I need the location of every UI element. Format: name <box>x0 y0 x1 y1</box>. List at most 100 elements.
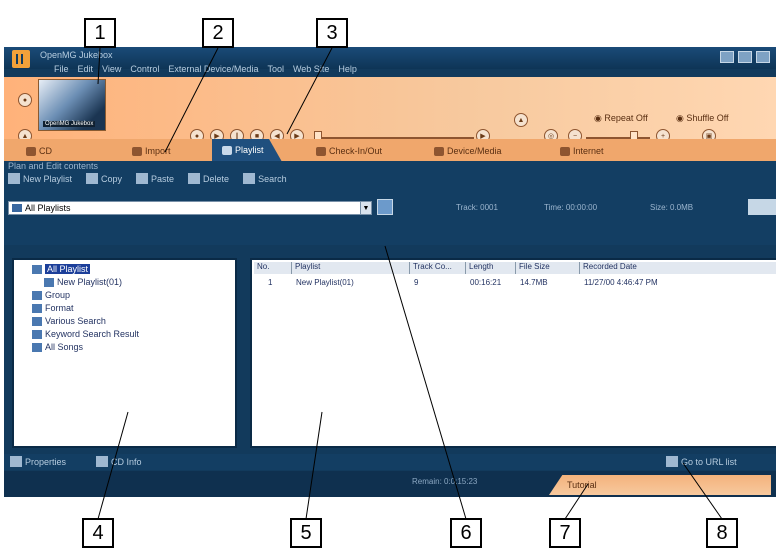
menu-control[interactable]: Control <box>130 64 159 74</box>
chevron-down-icon[interactable]: ▼ <box>360 201 372 215</box>
search-icon <box>243 173 256 184</box>
tree-item-label: New Playlist(01) <box>57 277 123 287</box>
column-header-length[interactable]: Length <box>466 262 516 274</box>
menu-tool[interactable]: Tool <box>267 64 284 74</box>
tree-item-format[interactable]: Format <box>32 303 74 313</box>
jukebox-window: OpenMG Jukebox File Edit View Control Ex… <box>4 47 776 497</box>
view-switch-button[interactable] <box>377 199 393 215</box>
tab-playlist-label: Playlist <box>235 145 264 155</box>
tutorial-label: Tutorial <box>567 480 597 490</box>
new-playlist-icon <box>8 173 20 184</box>
playlist-toolbar: New Playlist Copy Paste Delete Search <box>8 173 287 184</box>
tab-cd-label: CD <box>39 146 52 156</box>
album-art-label: OpenMG Jukebox <box>43 121 96 127</box>
tree-item-various-search[interactable]: Various Search <box>32 316 106 326</box>
cell-no: 1 <box>268 278 273 287</box>
playlist-icon <box>44 277 54 287</box>
view-menu-button[interactable] <box>748 199 776 215</box>
new-playlist-button[interactable]: New Playlist <box>8 173 72 184</box>
playlist-folder-icon <box>12 204 22 212</box>
delete-button[interactable]: Delete <box>188 173 229 184</box>
menu-edit[interactable]: Edit <box>78 64 94 74</box>
paste-button[interactable]: Paste <box>136 173 174 184</box>
menu-external-device[interactable]: External Device/Media <box>168 64 258 74</box>
column-header-recorded-date[interactable]: Recorded Date <box>580 262 776 274</box>
copy-icon <box>86 173 99 184</box>
tree-item-label: Various Search <box>45 316 106 326</box>
tree-item-new-playlist[interactable]: New Playlist(01) <box>44 277 122 287</box>
copy-label: Copy <box>101 173 123 184</box>
maximize-button[interactable] <box>738 51 752 63</box>
close-button[interactable] <box>756 51 770 63</box>
callout-5: 5 <box>290 518 322 548</box>
cd-info-label: CD Info <box>111 456 142 467</box>
format-icon <box>32 303 42 313</box>
cell-length: 00:16:21 <box>470 278 502 287</box>
properties-label: Properties <box>25 456 67 467</box>
callout-2: 2 <box>202 18 234 48</box>
cell-recorded-date: 11/27/00 4:46:47 PM <box>584 278 658 287</box>
menu-bar: File Edit View Control External Device/M… <box>54 64 357 74</box>
copy-button[interactable]: Copy <box>86 173 122 184</box>
total-time: Time: 00:00:00 <box>544 203 598 212</box>
properties-icon <box>10 456 22 467</box>
tree-item-all-playlist[interactable]: All Playlist <box>32 264 91 274</box>
new-playlist-label: New Playlist <box>23 173 73 184</box>
callout-8: 8 <box>706 518 738 548</box>
tree-item-all-songs[interactable]: All Songs <box>32 342 83 352</box>
paste-label: Paste <box>151 173 175 184</box>
tab-internet-label: Internet <box>573 146 604 156</box>
cell-track-count: 9 <box>414 278 419 287</box>
cd-info-button[interactable]: CD Info <box>96 456 142 467</box>
check-in-out-icon <box>316 146 326 156</box>
tree-item-group[interactable]: Group <box>32 290 70 300</box>
callout-7: 7 <box>549 518 581 548</box>
tab-internet[interactable]: Internet <box>560 141 604 161</box>
mode-button[interactable]: ▲ <box>514 113 528 127</box>
go-to-url-button[interactable]: Go to URL list <box>666 456 737 467</box>
column-header-no[interactable]: No. <box>254 262 292 274</box>
track-count: Track: 0001 <box>456 203 498 212</box>
power-icon[interactable]: ● <box>18 93 32 107</box>
tab-device-media-label: Device/Media <box>447 146 502 156</box>
minimize-button[interactable] <box>720 51 734 63</box>
tab-check-in-out[interactable]: Check-In/Out <box>316 141 382 161</box>
tab-playlist[interactable]: Playlist <box>212 139 282 161</box>
search-button[interactable]: Search <box>243 173 287 184</box>
main-tabs: CD Import Playlist Check-In/Out Device/M… <box>4 139 776 161</box>
bottom-toolbar: Properties CD Info Go to URL list <box>4 454 776 470</box>
cell-playlist: New Playlist(01) <box>296 278 354 287</box>
tree-item-keyword-search[interactable]: Keyword Search Result <box>32 329 139 339</box>
callout-1: 1 <box>84 18 116 48</box>
column-header-track-count[interactable]: Track Co... <box>410 262 466 274</box>
callout-3: 3 <box>316 18 348 48</box>
tutorial-tab[interactable]: Tutorial <box>549 475 771 495</box>
menu-help[interactable]: Help <box>338 64 357 74</box>
properties-button[interactable]: Properties <box>10 456 66 467</box>
menu-view[interactable]: View <box>102 64 121 74</box>
shuffle-toggle[interactable]: ◉ Shuffle Off <box>676 113 729 124</box>
url-icon <box>666 456 678 467</box>
menu-file[interactable]: File <box>54 64 69 74</box>
menu-web-site[interactable]: Web Site <box>293 64 329 74</box>
device-media-icon <box>434 146 444 156</box>
tab-cd[interactable]: CD <box>26 141 52 161</box>
column-header-file-size[interactable]: File Size <box>516 262 580 274</box>
search-icon <box>32 316 42 326</box>
tab-import-label: Import <box>145 146 171 156</box>
callout-6: 6 <box>450 518 482 548</box>
cd-icon <box>26 146 36 156</box>
column-header-playlist[interactable]: Playlist <box>292 262 410 274</box>
app-logo-icon <box>12 50 30 68</box>
repeat-toggle[interactable]: ◉ Repeat Off <box>594 113 648 124</box>
album-art: OpenMG Jukebox <box>38 79 106 131</box>
total-size: Size: 0.0MB <box>650 203 694 212</box>
tree-item-label: Keyword Search Result <box>45 329 140 339</box>
tab-import[interactable]: Import <box>132 141 171 161</box>
cell-file-size: 14.7MB <box>520 278 548 287</box>
section-caption: Plan and Edit contents <box>8 161 99 171</box>
shuffle-label: Shuffle Off <box>686 113 729 123</box>
paste-icon <box>136 173 149 184</box>
tab-device-media[interactable]: Device/Media <box>434 141 502 161</box>
playlist-selector[interactable]: All Playlists <box>8 201 370 215</box>
